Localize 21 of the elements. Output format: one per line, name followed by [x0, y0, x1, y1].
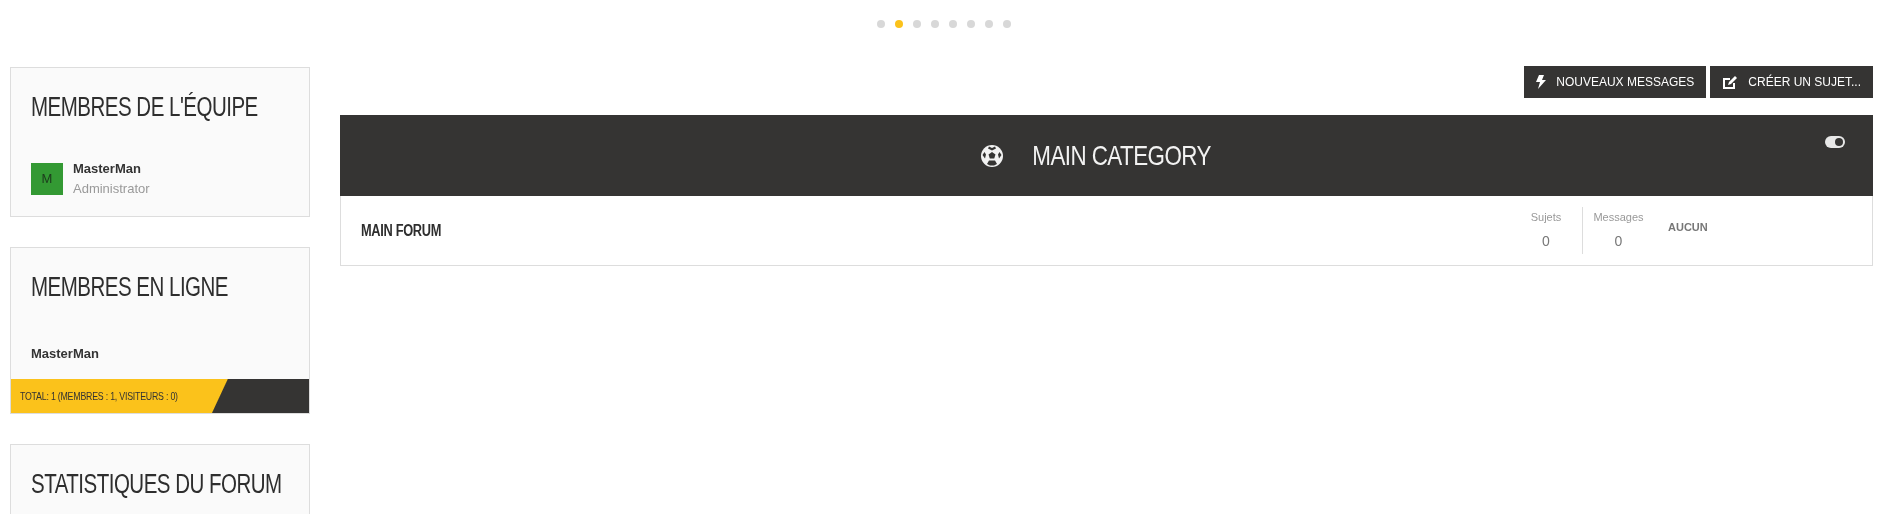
ball-icon	[979, 143, 1004, 168]
stat-value: 0	[1614, 232, 1623, 252]
toolbar-button[interactable]: CRÉER UN SUJET...	[1710, 66, 1873, 98]
collapse-toggle[interactable]	[1825, 136, 1845, 148]
forum-name[interactable]: MAIN FORUM	[361, 218, 441, 243]
toolbar-button[interactable]: NOUVEAUX MESSAGES	[1524, 66, 1707, 98]
stat-label: Sujets	[1530, 209, 1562, 225]
avatar: M	[31, 162, 63, 195]
card-title: STATISTIQUES DU FORUM	[31, 471, 282, 498]
card-title: MEMBRES DE L'ÉQUIPE	[31, 94, 258, 121]
member-role: Administrator	[73, 179, 150, 198]
card-title: MEMBRES EN LIGNE	[31, 274, 229, 301]
last-post: AUCUN	[1668, 220, 1709, 236]
stat-label: Messages	[1593, 209, 1644, 225]
category-title: MAIN CATEGORY	[1032, 138, 1211, 173]
total-text: TOTAL: 1 (MEMBRES : 1, VISITEURS : 0)	[20, 388, 178, 404]
member-name[interactable]: MasterMan	[73, 159, 150, 179]
member-name[interactable]: MasterMan	[31, 346, 99, 361]
edit-icon	[1722, 75, 1739, 89]
stat-value: 0	[1542, 232, 1550, 252]
lightning-icon	[1536, 75, 1547, 89]
